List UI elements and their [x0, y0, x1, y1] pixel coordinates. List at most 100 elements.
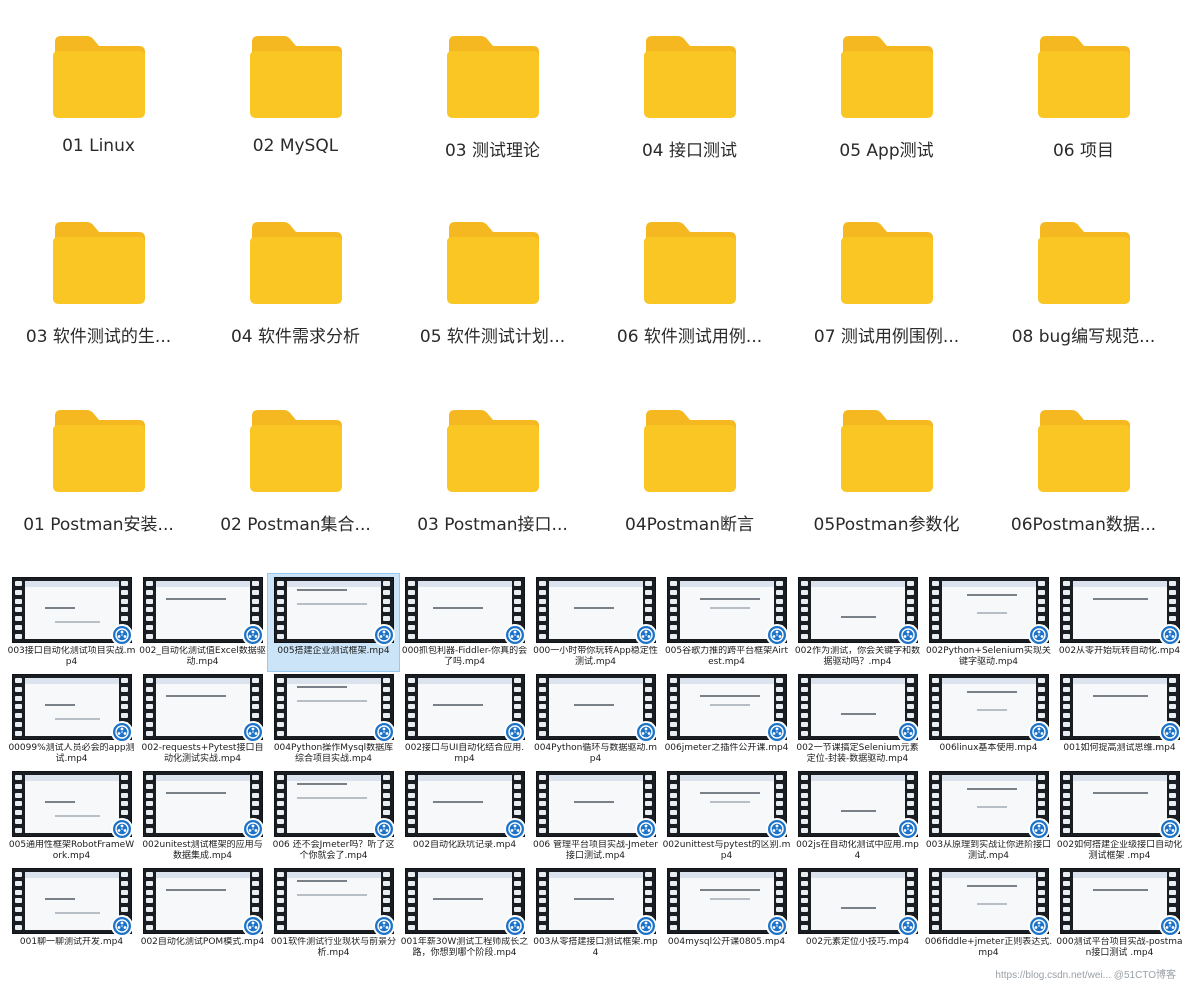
video-preview-screen: [810, 678, 905, 736]
film-hole: [276, 907, 284, 913]
film-strip-left: [276, 775, 285, 833]
film-hole: [14, 633, 22, 639]
video-preview-screen: [286, 678, 381, 736]
folder-label: 06 软件测试用例...: [616, 327, 763, 347]
folder-item[interactable]: 05 软件测试计划...: [394, 186, 591, 374]
video-file-item[interactable]: 003接口自动化测试项目实战.mp4: [6, 574, 137, 671]
folder-item[interactable]: 06 软件测试用例...: [591, 186, 788, 374]
video-file-item[interactable]: 001年薪30W测试工程师成长之路，你想到哪个阶段.mp4: [399, 865, 530, 962]
video-preview-screen: [286, 581, 381, 639]
video-file-item[interactable]: 002unitest测试框架的应用与数据集成.mp4: [137, 768, 268, 865]
video-file-item[interactable]: 002-requests+Pytest接口自动化测试实战.mp4: [137, 671, 268, 768]
film-hole: [276, 616, 284, 622]
video-file-item[interactable]: 002自动化跃坑记录.mp4: [399, 768, 530, 865]
film-hole: [1168, 616, 1176, 622]
video-thumbnail: [1059, 577, 1181, 646]
video-file-name: 002Python+Selenium实现关键字驱动.mp4: [926, 646, 1051, 667]
video-file-item[interactable]: 006linux基本使用.mp4: [923, 671, 1054, 768]
folder-grid: 01 Linux 02 MySQL 03 测试理论 04 接口测试 05 App测试 06…: [0, 0, 1184, 562]
film-hole: [382, 704, 390, 710]
folder-icon: [839, 408, 935, 494]
video-file-item[interactable]: 003从原理到实战让你进阶接口测试.mp4: [923, 768, 1054, 865]
video-file-item[interactable]: 001如何提高测试思维.mp4: [1054, 671, 1184, 768]
video-file-name: 006jmeter之插件公开课.mp4: [664, 743, 789, 753]
video-file-item[interactable]: 002unittest与pytest的区别.mp4: [661, 768, 792, 865]
folder-item[interactable]: 08 bug编写规范...: [985, 186, 1182, 374]
film-hole: [800, 730, 808, 736]
screen-toolbar: [155, 581, 250, 587]
folder-item[interactable]: 04 接口测试: [591, 0, 788, 186]
film-hole: [120, 589, 128, 595]
film-hole: [906, 898, 914, 904]
folder-item[interactable]: 05Postman参数化: [788, 374, 985, 562]
video-file-item[interactable]: 006 管理平台项目实战-Jmeter接口测试.mp4: [530, 768, 661, 865]
screen-text-line: [296, 686, 347, 688]
video-file-item[interactable]: 002接口与UI自动化结合应用.mp4: [399, 671, 530, 768]
video-file-item[interactable]: 004Python循环与数据驱动.mp4: [530, 671, 661, 768]
video-file-item[interactable]: 002从零开始玩转自动化.mp4: [1054, 574, 1184, 671]
video-file-item[interactable]: 002一节课搞定Selenium元素定位-封装-数据驱动.mp4: [792, 671, 923, 768]
folder-item[interactable]: 03 Postman接口...: [394, 374, 591, 562]
screen-text-line: [709, 607, 750, 609]
video-file-item[interactable]: 001软件测试行业现状与前景分析.mp4: [268, 865, 399, 962]
film-hole: [513, 678, 521, 683]
video-file-item[interactable]: 002js在自动化测试中应用.mp4: [792, 768, 923, 865]
video-file-item[interactable]: 002如何搭建企业级接口自动化测试框架 .mp4: [1054, 768, 1184, 865]
folder-item[interactable]: 05 App测试: [788, 0, 985, 186]
video-preview-screen: [941, 581, 1036, 639]
video-player-icon: [241, 624, 264, 646]
film-hole: [775, 704, 783, 710]
video-thumbnail: [273, 771, 395, 840]
video-file-item[interactable]: 006fiddle+jmeter正则表达式.mp4: [923, 865, 1054, 962]
folder-label: 03 测试理论: [444, 141, 541, 161]
folder-item[interactable]: 03 测试理论: [394, 0, 591, 186]
folder-label: 04Postman断言: [625, 515, 754, 535]
video-file-item[interactable]: 005搭建企业测试框架.mp4: [267, 573, 400, 672]
video-file-item[interactable]: 005谷歌力推的跨平台框架Airtest.mp4: [661, 574, 792, 671]
video-file-item[interactable]: 002Python+Selenium实现关键字驱动.mp4: [923, 574, 1054, 671]
video-file-item[interactable]: 00099%测试人员必会的app测试.mp4: [6, 671, 137, 768]
film-strip-left: [407, 678, 416, 736]
video-file-item[interactable]: 002作为测试，你会关键字和数据驱动吗？.mp4: [792, 574, 923, 671]
folder-item[interactable]: 06Postman数据...: [985, 374, 1182, 562]
folder-item[interactable]: 02 MySQL: [197, 0, 394, 186]
video-file-item[interactable]: 000测试平台项目实战-postman接口测试 .mp4: [1054, 865, 1184, 962]
video-file-item[interactable]: 005通用性框架RobotFrameWork.mp4: [6, 768, 137, 865]
video-file-item[interactable]: 003从零搭建接口测试框架.mp4: [530, 865, 661, 962]
video-file-item[interactable]: 004Python操作Mysql数据库综合项目实战.mp4: [268, 671, 399, 768]
video-file-item[interactable]: 001聊一聊测试开发.mp4: [6, 865, 137, 962]
video-thumbnail: [535, 577, 657, 646]
screen-text-line: [573, 607, 614, 609]
folder-item[interactable]: 01 Linux: [0, 0, 197, 186]
video-file-item[interactable]: 002自动化测试POM模式.mp4: [137, 865, 268, 962]
video-file-item[interactable]: 006 还不会Jmeter吗？听了这个你就会了.mp4: [268, 768, 399, 865]
folder-item[interactable]: 04Postman断言: [591, 374, 788, 562]
film-hole: [120, 598, 128, 604]
video-preview-screen: [24, 678, 119, 736]
folder-item[interactable]: 06 项目: [985, 0, 1182, 186]
video-file-item[interactable]: 000抓包利器-Fiddler-你真的会了吗.mp4: [399, 574, 530, 671]
video-file-item[interactable]: 002元素定位小技巧.mp4: [792, 865, 923, 962]
film-strip-left: [407, 581, 416, 639]
video-preview-screen: [286, 775, 381, 833]
folder-item[interactable]: 07 测试用例围例...: [788, 186, 985, 374]
film-hole: [800, 907, 808, 913]
film-strip-left: [145, 775, 154, 833]
film-hole: [538, 907, 546, 913]
folder-item[interactable]: 02 Postman集合...: [197, 374, 394, 562]
film-hole: [906, 678, 914, 683]
film-hole: [800, 819, 808, 825]
screen-text-line: [1092, 598, 1148, 600]
video-file-name: 000测试平台项目实战-postman接口测试 .mp4: [1056, 937, 1183, 958]
screen-text-line: [296, 783, 347, 785]
video-file-item[interactable]: 002_自动化测试值Excel数据驱动.mp4: [137, 574, 268, 671]
folder-item[interactable]: 03 软件测试的生...: [0, 186, 197, 374]
folder-item[interactable]: 04 软件需求分析: [197, 186, 394, 374]
film-hole: [1168, 775, 1176, 780]
video-file-item[interactable]: 000一小时带你玩转App稳定性测试.mp4: [530, 574, 661, 671]
video-file-item[interactable]: 006jmeter之插件公开课.mp4: [661, 671, 792, 768]
folder-item[interactable]: 01 Postman安装...: [0, 374, 197, 562]
film-hole: [669, 801, 677, 807]
video-file-item[interactable]: 004mysql公开课0805.mp4: [661, 865, 792, 962]
video-file-name: 002接口与UI自动化结合应用.mp4: [404, 743, 525, 764]
